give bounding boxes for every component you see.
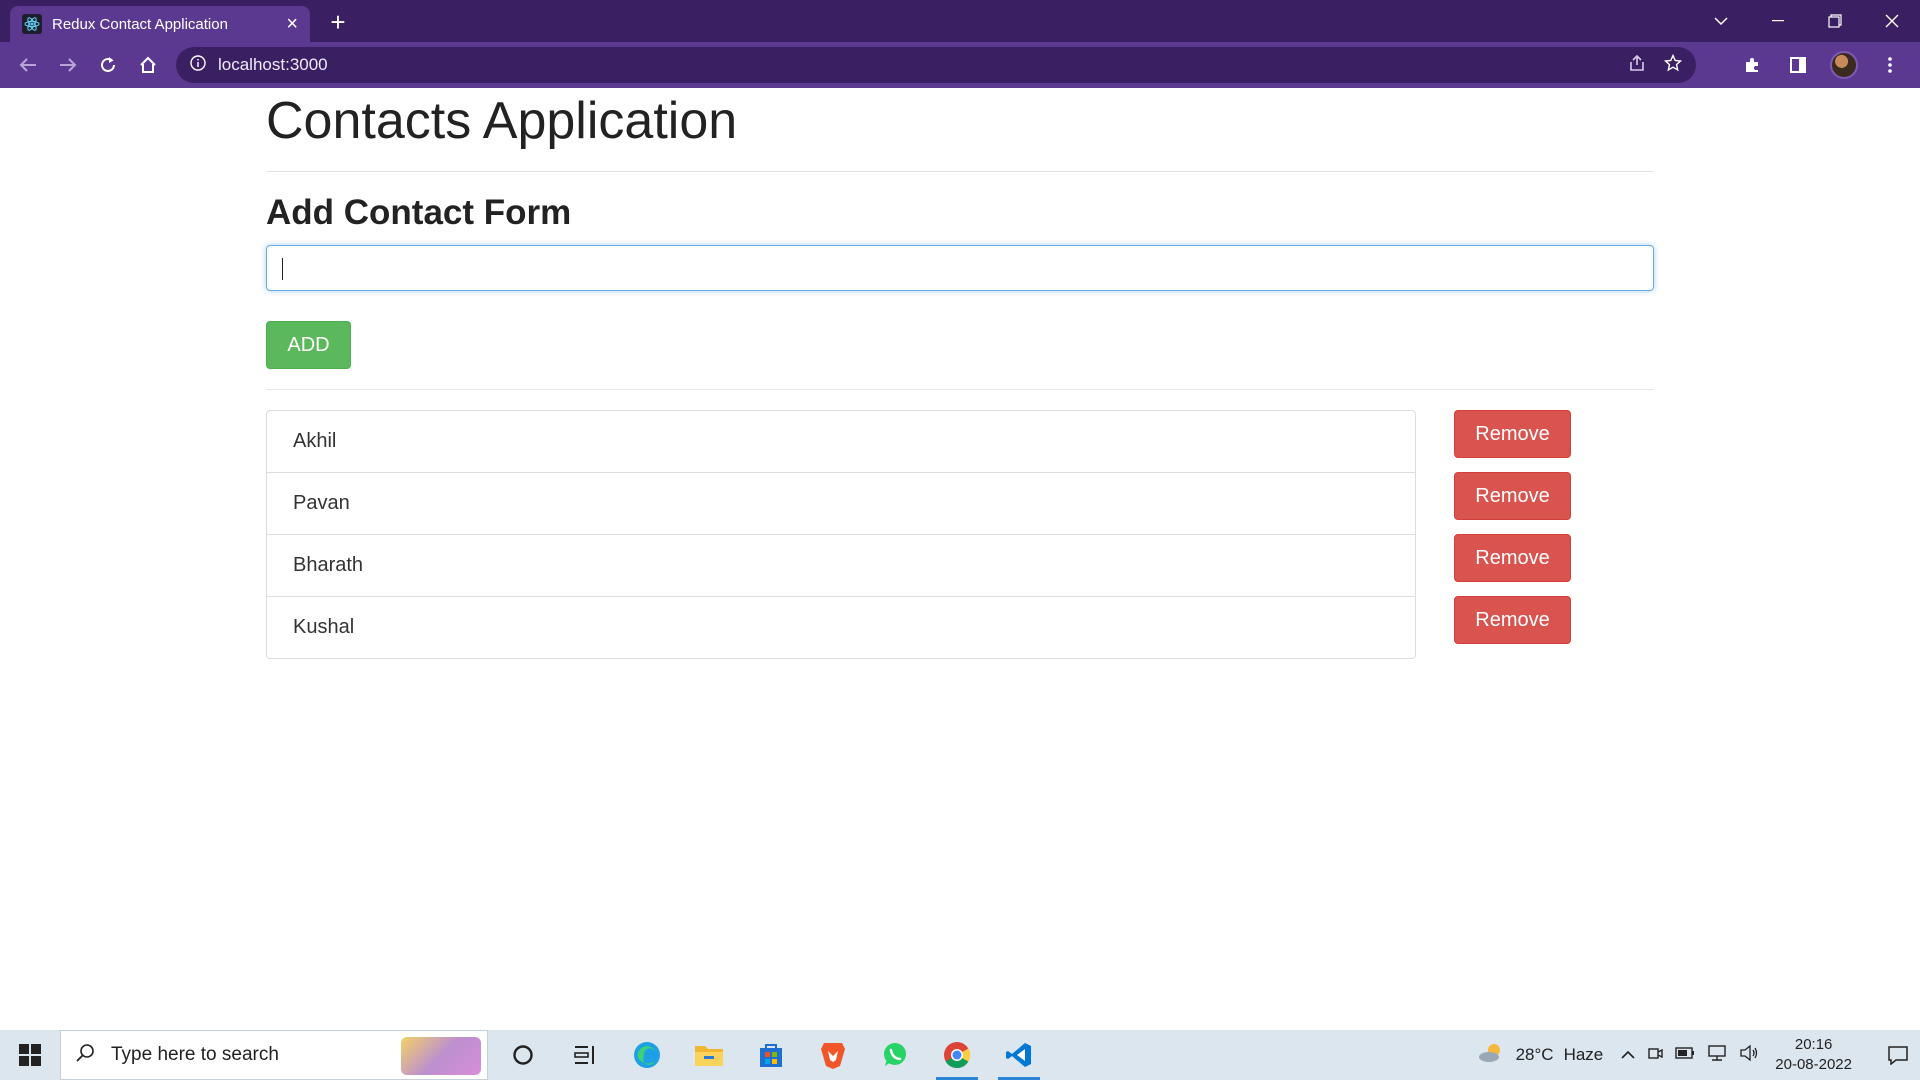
list-item: Pavan Remove (266, 472, 1654, 535)
contacts-list: Akhil Remove Pavan Remove Bharath Remove… (266, 410, 1654, 659)
chrome-icon[interactable] (926, 1030, 988, 1080)
volume-icon[interactable] (1739, 1044, 1759, 1067)
restore-button[interactable] (1806, 0, 1863, 42)
clock[interactable]: 20:16 20-08-2022 (1775, 1035, 1852, 1075)
tab-search-chevron-icon[interactable] (1692, 0, 1749, 42)
profile-avatar[interactable] (1824, 45, 1864, 85)
remove-button[interactable]: Remove (1454, 596, 1571, 644)
remove-button[interactable]: Remove (1454, 534, 1571, 582)
contact-name: Bharath (266, 534, 1416, 597)
avatar (1830, 51, 1858, 79)
reload-icon[interactable] (88, 45, 128, 85)
add-contact-button[interactable]: ADD (266, 321, 351, 369)
browser-tab[interactable]: Redux Contact Application × (10, 6, 310, 42)
forward-arrow-icon[interactable] (48, 45, 88, 85)
form-title: Add Contact Form (266, 193, 572, 232)
share-icon[interactable] (1628, 54, 1646, 77)
weather-widget[interactable]: 28°C Haze (1478, 1042, 1604, 1069)
network-icon[interactable] (1707, 1044, 1727, 1067)
page-content: Contacts Application Add Contact Form AD… (0, 88, 1920, 1030)
microsoft-store-icon[interactable] (740, 1030, 802, 1080)
clock-date: 20-08-2022 (1775, 1056, 1852, 1073)
bookmark-star-icon[interactable] (1663, 53, 1683, 77)
contact-name-input[interactable] (266, 245, 1654, 291)
windows-start-icon[interactable] (0, 1030, 60, 1080)
browser-toolbar: localhost:3000 (0, 42, 1920, 88)
remove-button[interactable]: Remove (1454, 410, 1571, 458)
browser-menu-icon[interactable] (1870, 45, 1910, 85)
tab-title: Redux Contact Application (52, 15, 228, 33)
extensions-puzzle-icon[interactable] (1732, 45, 1772, 85)
remove-button[interactable]: Remove (1454, 472, 1571, 520)
windows-taskbar: Type here to search 28°C Haze 20:16 20-0… (0, 1030, 1920, 1080)
close-window-button[interactable] (1863, 0, 1920, 42)
search-placeholder: Type here to search (111, 1044, 279, 1065)
search-highlight-image (401, 1037, 481, 1075)
edge-browser-icon[interactable] (616, 1030, 678, 1080)
whatsapp-icon[interactable] (864, 1030, 926, 1080)
title-divider (266, 171, 1654, 172)
new-tab-button[interactable]: + (324, 8, 352, 36)
vscode-icon[interactable] (988, 1030, 1050, 1080)
browser-tabbar: Redux Contact Application × + (0, 0, 1920, 42)
meet-now-icon[interactable] (1647, 1045, 1663, 1066)
url-text: localhost:3000 (218, 55, 328, 74)
weather-haze-icon (1478, 1042, 1506, 1069)
form-divider (266, 389, 1654, 390)
weather-temperature: 28°C (1515, 1045, 1554, 1064)
brave-browser-icon[interactable] (802, 1030, 864, 1080)
weather-description: Haze (1563, 1045, 1604, 1064)
notification-center-icon[interactable] (1876, 1030, 1920, 1080)
cortana-icon[interactable] (492, 1030, 554, 1080)
home-icon[interactable] (128, 45, 168, 85)
contact-name: Akhil (266, 410, 1416, 473)
address-bar[interactable]: localhost:3000 (176, 47, 1696, 83)
list-item: Kushal Remove (266, 596, 1654, 659)
side-panel-icon[interactable] (1778, 45, 1818, 85)
contact-name: Kushal (266, 596, 1416, 659)
list-item: Bharath Remove (266, 534, 1654, 597)
close-tab-icon[interactable]: × (286, 14, 298, 34)
battery-icon[interactable] (1675, 1046, 1695, 1064)
app-container: Contacts Application Add Contact Form AD… (266, 88, 1654, 659)
page-title: Contacts Application (266, 92, 738, 150)
react-icon (22, 14, 42, 34)
list-item: Akhil Remove (266, 410, 1654, 473)
minimize-button[interactable] (1749, 0, 1806, 42)
search-icon (75, 1043, 95, 1068)
back-arrow-icon[interactable] (8, 45, 48, 85)
system-tray: 28°C Haze 20:16 20-08-2022 (1478, 1030, 1920, 1080)
text-caret (282, 258, 283, 280)
taskbar-search-box[interactable]: Type here to search (60, 1030, 488, 1080)
task-view-icon[interactable] (554, 1030, 616, 1080)
file-explorer-icon[interactable] (678, 1030, 740, 1080)
show-hidden-icons-chevron-icon[interactable] (1621, 1046, 1635, 1064)
clock-time: 20:16 (1794, 1036, 1833, 1053)
contact-name: Pavan (266, 472, 1416, 535)
site-info-icon[interactable] (190, 54, 206, 76)
